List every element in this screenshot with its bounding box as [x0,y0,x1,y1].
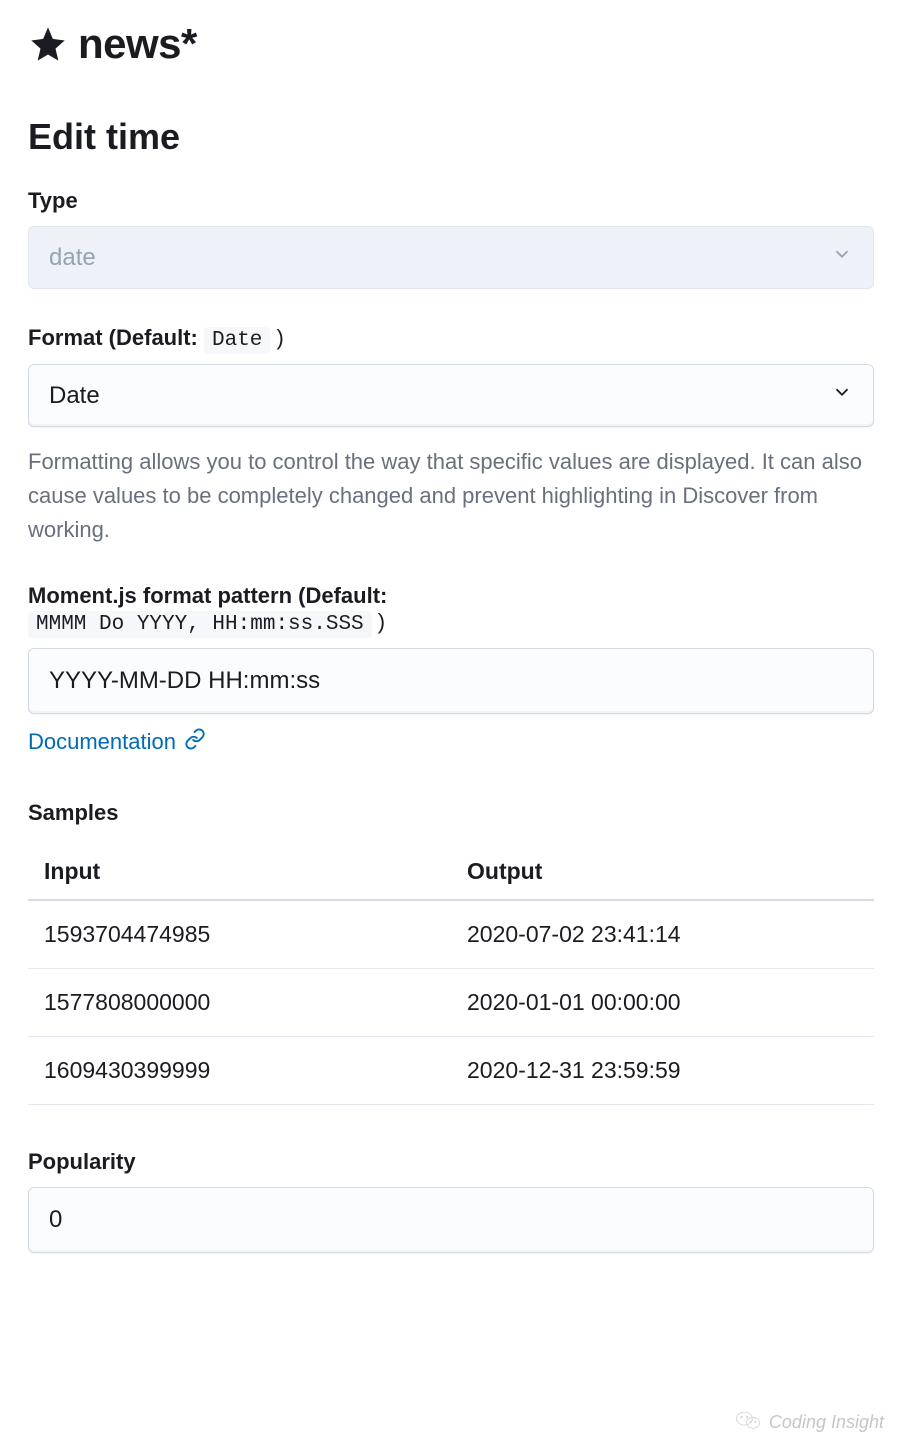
moment-label: Moment.js format pattern (Default: MMMM … [28,583,874,636]
samples-col-input: Input [28,844,451,900]
external-link-icon [184,728,206,756]
samples-table: Input Output 1593704474985 2020-07-02 23… [28,844,874,1105]
table-row: 1577808000000 2020-01-01 00:00:00 [28,969,874,1037]
format-help-text: Formatting allows you to control the way… [28,445,874,547]
index-pattern-title: news* [78,20,197,68]
samples-col-output: Output [451,844,874,900]
format-label: Format (Default: Date ) [28,325,874,352]
type-select: date [28,226,874,289]
samples-section: Samples Input Output 1593704474985 2020-… [28,800,874,1105]
star-icon [28,24,68,64]
type-field-group: Type date [28,188,874,289]
page-title: Edit time [28,116,874,158]
moment-field-group: Moment.js format pattern (Default: MMMM … [28,583,874,756]
chevron-down-icon [831,243,853,272]
chevron-down-icon [831,381,853,410]
samples-heading: Samples [28,800,874,826]
moment-pattern-input[interactable] [28,648,874,714]
index-pattern-header: news* [28,20,874,68]
watermark: Coding Insight [735,1409,884,1436]
type-label: Type [28,188,874,214]
popularity-label: Popularity [28,1149,874,1175]
format-select-value: Date [49,382,100,410]
documentation-link[interactable]: Documentation [28,728,206,756]
popularity-input[interactable] [28,1187,874,1253]
wechat-icon [735,1409,761,1436]
type-select-value: date [49,244,96,272]
popularity-field-group: Popularity [28,1149,874,1253]
table-row: 1609430399999 2020-12-31 23:59:59 [28,1037,874,1105]
table-row: 1593704474985 2020-07-02 23:41:14 [28,900,874,969]
format-field-group: Format (Default: Date ) Date Formatting … [28,325,874,547]
format-select[interactable]: Date [28,364,874,427]
